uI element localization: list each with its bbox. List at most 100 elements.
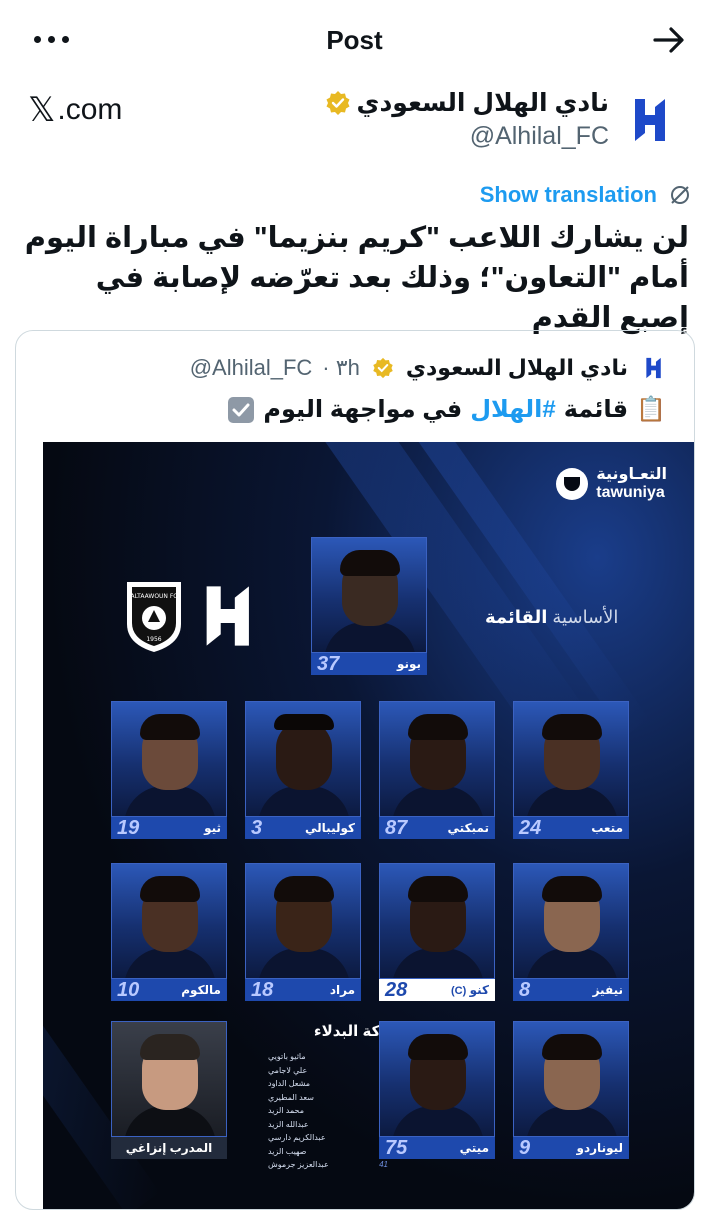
bench-player-name: علي لاجامي [268, 1065, 308, 1075]
player-photo [311, 537, 427, 653]
player-name: مراد [329, 983, 355, 997]
player-card[interactable]: 10 مالكوم [111, 863, 227, 1001]
clipboard-icon: 📋 [636, 396, 666, 423]
player-card[interactable]: 9 ليوناردو [513, 1021, 629, 1159]
player-number: 75 [385, 1136, 408, 1159]
quoted-tweet[interactable]: @Alhilal_FC · ٣h نادي الهلال السعودي 📋 ق… [15, 330, 695, 1210]
quoted-handle: @Alhilal_FC [189, 355, 313, 380]
opponent-badge-text: ALTAAWOUN FC [131, 593, 178, 600]
tawuniya-sponsor-logo: التعـاونية tawuniya [556, 466, 667, 502]
bench-player-name: ماثيو باتويي [268, 1052, 306, 1061]
bench-list: دكة البدلاء ماثيو باتويي25علي لاجامي78مش… [268, 1022, 388, 1172]
bench-player-row: مشعل الداود66 [268, 1077, 388, 1091]
player-name: مالكوم [181, 983, 221, 997]
bench-player-row: عبدالله الزيد32 [268, 1118, 388, 1132]
more-options-button[interactable] [34, 24, 74, 54]
bench-player-row: عبدالعزيز جرموش 41 [268, 1158, 388, 1172]
quoted-text-suffix: في مواجهة اليوم [263, 396, 463, 423]
player-card[interactable]: 24 متعب [513, 701, 629, 839]
more-horizontal-icon [34, 35, 41, 43]
player-card[interactable]: 3 كوليبالي [245, 701, 361, 839]
player-card-goalkeeper[interactable]: 37 بونو [311, 537, 427, 675]
bench-player-name: سعد المطيري [268, 1092, 314, 1102]
show-translation[interactable]: Show translation [480, 182, 691, 208]
quoted-text: 📋 قائمة #الهلال في مواجهة اليوم [227, 395, 666, 424]
captain-badge: (C) [450, 985, 467, 997]
player-name: تمبكتي [447, 821, 489, 835]
alhilal-logo-icon [646, 357, 661, 379]
verified-badge-icon [373, 357, 393, 379]
author-handle: @Alhilal_FC [469, 122, 609, 150]
hashtag-link[interactable]: #الهلال [470, 395, 555, 424]
player-name: كوليبالي [305, 821, 355, 835]
page-title: Post [326, 24, 383, 55]
bench-player-row: علي لاجامي78 [268, 1064, 388, 1078]
player-number: 3 [251, 816, 263, 839]
bench-player-row: ماثيو باتويي25 [268, 1050, 388, 1064]
x-com-brand[interactable]: 𝕏 .com [28, 88, 122, 132]
player-card[interactable]: 87 تمبكتي [379, 701, 495, 839]
bench-player-name: محمد الزيد [268, 1106, 304, 1115]
starting-label-2: الأساسية [552, 607, 619, 627]
player-name: كنو [469, 983, 489, 997]
player-name: بونو [396, 657, 421, 671]
player-number: 19 [117, 816, 140, 839]
show-translation-label: Show translation [479, 182, 657, 207]
altaawoun-badge-icon: ALTAAWOUN FC 1956 [127, 582, 181, 652]
bench-player-row: سعد المطيري44 [268, 1091, 388, 1105]
player-number: 37 [317, 652, 340, 675]
bench-player-row: صهيب الزيد96 [268, 1145, 388, 1159]
alhilal-poster-logo-icon [206, 586, 249, 646]
player-number: 8 [519, 978, 531, 1001]
top-bar: Post [0, 0, 709, 80]
player-number: 18 [251, 978, 274, 1001]
player-card[interactable]: 18 مراد [245, 863, 361, 1001]
domain-text: .com [57, 93, 123, 126]
bench-rows: ماثيو باتويي25علي لاجامي78مشعل الداود66س… [268, 1050, 388, 1172]
player-card-captain[interactable]: 28 كنو (C) [379, 863, 495, 1001]
player-number: 87 [385, 816, 408, 839]
player-card[interactable]: 19 ثيو [111, 701, 227, 839]
player-name-with-captain: كنو (C) [447, 983, 489, 997]
player-number: 9 [519, 1136, 531, 1159]
bench-player-row: عبدالكريم دارسي14 [268, 1131, 388, 1145]
tweet-author[interactable]: نادي الهلال السعودي @Alhilal_FC [325, 88, 681, 151]
bench-player-name: عبدالله الزيد [268, 1119, 309, 1129]
x-logo-icon: 𝕏 [28, 90, 56, 130]
bench-player-name: عبدالعزيز جرموش [268, 1160, 329, 1169]
coach-card[interactable]: المدرب إنزاغي [111, 1021, 227, 1159]
player-name: ميتي [459, 1141, 489, 1155]
starting-label-1: القائمة [485, 607, 548, 627]
alhilal-logo-icon [635, 99, 665, 141]
player-name: ليوناردو [576, 1141, 623, 1155]
bench-player-name: صهيب الزيد [268, 1146, 307, 1156]
starting-lineup-label: الأساسية القائمة [485, 607, 618, 628]
globe-slash-icon [671, 186, 689, 204]
quoted-time: · ٣h [322, 355, 360, 380]
bench-player-name: عبدالكريم دارسي [268, 1133, 326, 1142]
player-card[interactable]: 8 نيفيز [513, 863, 629, 1001]
sponsor-arabic: التعـاونية [596, 466, 667, 483]
sponsor-english: tawuniya [596, 484, 665, 501]
bench-player-number: 41 [379, 1160, 388, 1169]
tweet-text: لن يشارك اللاعب "كريم بنزيما" في مباراة … [24, 222, 689, 334]
quoted-name: نادي الهلال السعودي [405, 355, 628, 380]
player-name: نيفيز [592, 983, 623, 997]
player-number: 24 [519, 816, 542, 839]
lineup-poster-image[interactable]: التعـاونية tawuniya ALTAAWOUN FC 1956 ال… [43, 442, 694, 1209]
alhilal-logo-avatar[interactable] [625, 92, 681, 148]
author-name: نادي الهلال السعودي [356, 89, 609, 117]
opponent-year-text: 1956 [146, 636, 161, 643]
check-box-icon [227, 396, 255, 424]
verified-badge-icon [326, 91, 350, 115]
arrow-right-icon[interactable] [649, 20, 689, 60]
author-names: نادي الهلال السعودي @Alhilal_FC [325, 88, 609, 151]
author-name-row: نادي الهلال السعودي [325, 88, 609, 118]
tawuniya-icon [556, 468, 589, 500]
player-number: 28 [385, 978, 408, 1001]
coach-name: المدرب إنزاغي [125, 1141, 213, 1155]
player-name: متعب [591, 821, 623, 835]
player-card[interactable]: 75 ميتي [379, 1021, 495, 1159]
quoted-tweet-header: @Alhilal_FC · ٣h نادي الهلال السعودي [190, 355, 666, 381]
player-name: ثيو [204, 821, 221, 835]
